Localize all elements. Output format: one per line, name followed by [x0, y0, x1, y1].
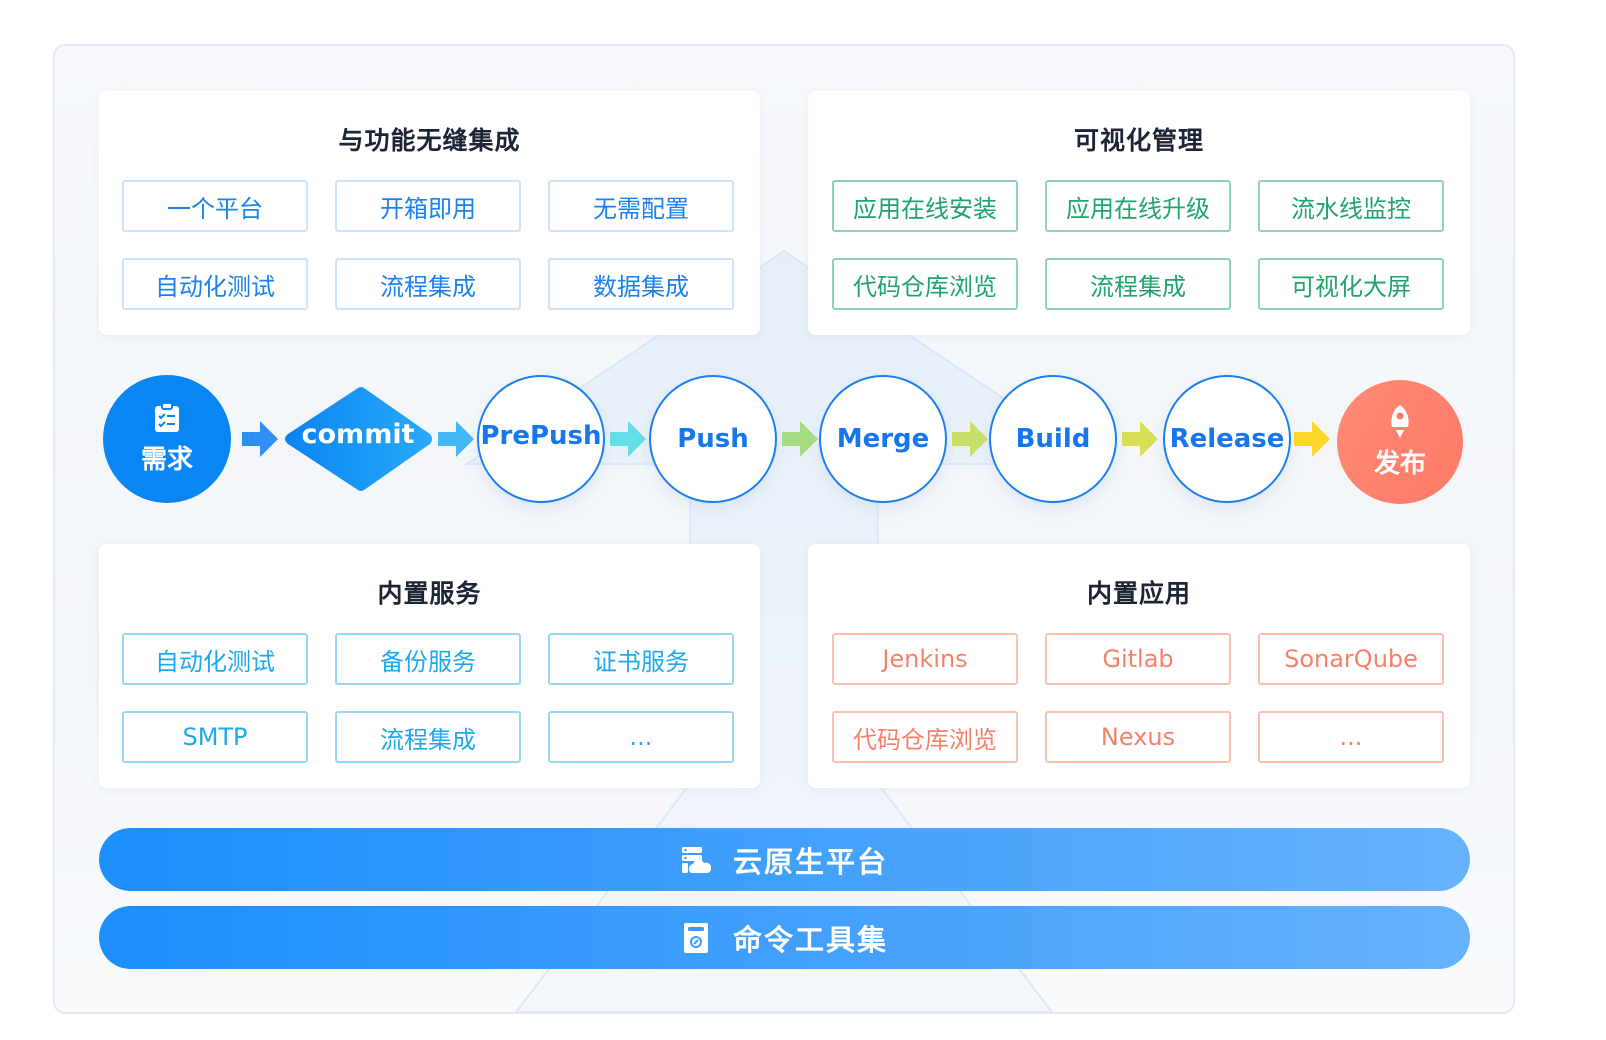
flow-step-label: PrePush [480, 421, 602, 451]
chip[interactable]: 代码仓库浏览 [832, 258, 1018, 310]
chip[interactable]: 流水线监控 [1258, 180, 1444, 232]
flow-end-label: 发布 [1373, 448, 1426, 479]
chip[interactable]: 证书服务 [548, 633, 734, 685]
panel-integration: 与功能无缝集成 一个平台 开箱即用 无需配置 自动化测试 流程集成 数据集成 [99, 91, 760, 335]
flow-arrow-icon [1294, 421, 1330, 457]
clipboard-check-icon [155, 402, 179, 432]
flow-step-prepush[interactable]: PrePush [477, 375, 605, 503]
chip[interactable]: 无需配置 [548, 180, 734, 232]
flow-start-label: 需求 [140, 444, 193, 475]
flow-step-label: Merge [836, 424, 930, 454]
flow-arrow-icon [438, 421, 474, 457]
chip[interactable]: 流程集成 [335, 258, 521, 310]
bar-label: 云原生平台 [732, 844, 888, 879]
panel-title: 内置服务 [377, 579, 482, 608]
flow-start-requirement[interactable]: 需求 [103, 375, 231, 503]
flow-commit[interactable]: commit [282, 386, 434, 492]
chip[interactable]: 备份服务 [335, 633, 521, 685]
chip[interactable]: 代码仓库浏览 [832, 711, 1018, 763]
flow-step-label: Release [1169, 424, 1285, 454]
flow-step-release[interactable]: Release [1163, 375, 1291, 503]
chip[interactable]: Nexus [1045, 711, 1231, 763]
panel-title: 内置应用 [1086, 579, 1191, 608]
chip[interactable]: SMTP [122, 711, 308, 763]
cloud-native-platform-bar[interactable]: 云原生平台 [99, 828, 1470, 891]
chip[interactable]: ... [548, 711, 734, 763]
chip[interactable]: 可视化大屏 [1258, 258, 1444, 310]
command-toolset-bar[interactable]: 命令工具集 [99, 906, 1470, 969]
panel-builtin-apps: 内置应用 Jenkins Gitlab SonarQube 代码仓库浏览 Nex… [808, 544, 1470, 788]
chip[interactable]: 一个平台 [122, 180, 308, 232]
chip[interactable]: 数据集成 [548, 258, 734, 310]
flow-arrow-icon [242, 421, 278, 457]
rocket-icon [1391, 404, 1409, 438]
chip[interactable]: 自动化测试 [122, 258, 308, 310]
bar-label: 命令工具集 [732, 922, 888, 957]
flow-step-push[interactable]: Push [649, 375, 777, 503]
chip[interactable]: 流程集成 [335, 711, 521, 763]
flow-commit-label: commit [301, 419, 415, 450]
chip[interactable]: 开箱即用 [335, 180, 521, 232]
cloud-server-icon [681, 846, 711, 873]
toolbox-icon [683, 922, 708, 953]
flow-step-merge[interactable]: Merge [819, 375, 947, 503]
flow-arrow-icon [610, 421, 646, 457]
flow-step-label: Build [1015, 424, 1091, 454]
chip[interactable]: SonarQube [1258, 633, 1444, 685]
chip[interactable]: ... [1258, 711, 1444, 763]
flow-end-release[interactable]: 发布 [1337, 380, 1463, 504]
chip[interactable]: 应用在线安装 [832, 180, 1018, 232]
flow-arrow-icon [952, 421, 988, 457]
chip[interactable]: 自动化测试 [122, 633, 308, 685]
flow-step-label: Push [677, 424, 749, 454]
panel-title: 与功能无缝集成 [338, 126, 521, 155]
chip[interactable]: 应用在线升级 [1045, 180, 1231, 232]
flow-step-build[interactable]: Build [989, 375, 1117, 503]
chip[interactable]: Gitlab [1045, 633, 1231, 685]
panel-builtin-services: 内置服务 自动化测试 备份服务 证书服务 SMTP 流程集成 ... [99, 544, 760, 788]
panel-title: 可视化管理 [1073, 126, 1204, 155]
panel-visual-management: 可视化管理 应用在线安装 应用在线升级 流水线监控 代码仓库浏览 流程集成 可视… [808, 91, 1470, 335]
chip[interactable]: 流程集成 [1045, 258, 1231, 310]
chip[interactable]: Jenkins [832, 633, 1018, 685]
flow-arrow-icon [782, 421, 818, 457]
flow-arrow-icon [1122, 421, 1158, 457]
